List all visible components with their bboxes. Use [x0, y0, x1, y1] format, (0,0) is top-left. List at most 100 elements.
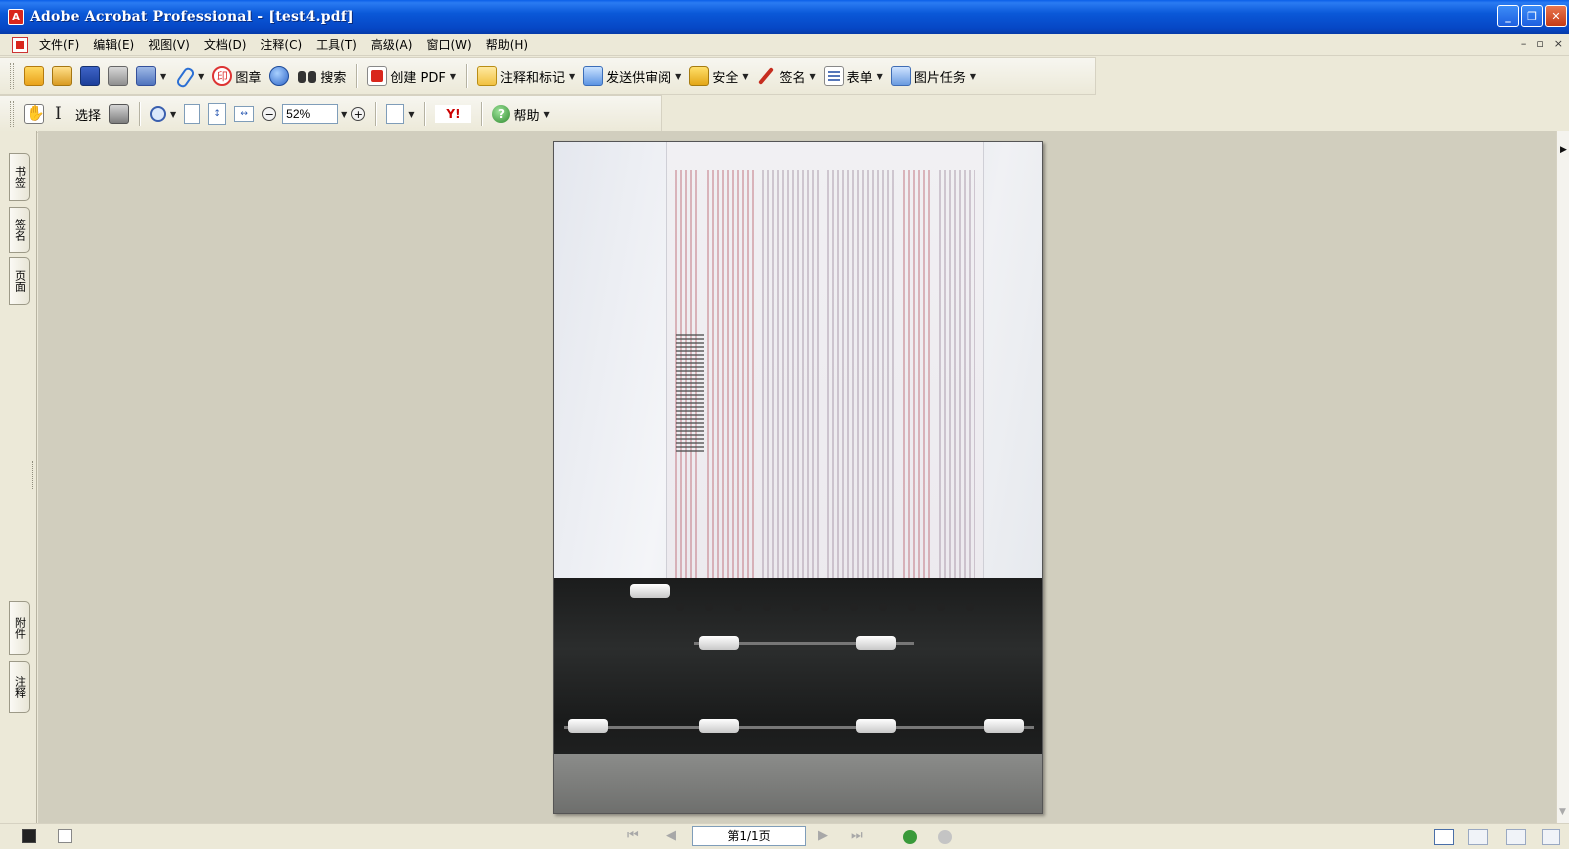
scanned-paper — [666, 142, 984, 624]
page-number-field[interactable]: 第1/1页 — [692, 826, 806, 846]
scroll-arrow-icon[interactable]: ▶ — [1560, 145, 1567, 155]
fit-page-icon: ↕ — [208, 103, 227, 125]
rotate-view-button[interactable]: ▼ — [382, 100, 418, 128]
security-label: 安全 — [712, 70, 739, 86]
menu-file[interactable]: 文件(F) — [32, 36, 86, 53]
picture-tasks-button[interactable]: 图片任务 ▼ — [887, 62, 980, 90]
toolbar-grip[interactable] — [10, 63, 14, 89]
zoom-out-button[interactable]: − — [258, 100, 280, 128]
tab-signatures[interactable]: 签名 — [9, 207, 30, 253]
forms-button[interactable]: 表单 ▼ — [820, 62, 887, 90]
save-button[interactable] — [76, 62, 104, 90]
picture-label: 图片任务 — [913, 70, 966, 86]
page-info-icon[interactable] — [58, 829, 72, 843]
actual-size-button[interactable] — [180, 100, 204, 128]
snapshot-button[interactable] — [105, 100, 133, 128]
select-tool-button[interactable]: 选择 — [48, 100, 105, 128]
organize-menu-button[interactable]: ▼ — [132, 62, 170, 90]
menu-window[interactable]: 窗口(W) — [419, 36, 478, 53]
zoom-input[interactable] — [282, 104, 339, 124]
scan-roller — [699, 636, 739, 650]
scan-roller — [630, 584, 670, 598]
menu-view[interactable]: 视图(V) — [141, 36, 197, 53]
zoom-tool-button[interactable]: ▼ — [146, 100, 180, 128]
security-button[interactable]: 安全 ▼ — [685, 62, 752, 90]
search-button[interactable]: 搜索 — [293, 62, 350, 90]
create-pdf-button[interactable]: 创建 PDF ▼ — [363, 62, 460, 90]
doc-minimize-button[interactable]: – — [1521, 37, 1527, 50]
sign-label: 签名 — [779, 70, 806, 86]
zoom-in-button[interactable]: + — [347, 100, 369, 128]
organizer-button[interactable] — [48, 62, 76, 90]
chevron-down-icon: ▼ — [568, 71, 576, 81]
previous-page-button[interactable]: ◀ — [666, 828, 676, 843]
continuous-layout-button[interactable] — [1468, 829, 1488, 845]
comment-markup-button[interactable]: 注释和标记 ▼ — [473, 62, 579, 90]
paperclip-icon — [174, 66, 194, 86]
send-review-icon — [583, 66, 604, 86]
rotate-page-icon — [386, 104, 405, 124]
menu-edit[interactable]: 编辑(E) — [86, 36, 141, 53]
email-button[interactable] — [265, 62, 293, 90]
doc-restore-button[interactable]: ▫ — [1536, 37, 1543, 50]
menu-advanced[interactable]: 高级(A) — [364, 36, 420, 53]
fit-width-icon: ↔ — [234, 106, 255, 122]
review-label: 发送供审阅 — [606, 70, 672, 86]
scroll-down-icon[interactable]: ▼ — [1559, 807, 1566, 817]
pdf-page[interactable] — [553, 141, 1043, 814]
toolbar-separator — [375, 102, 377, 126]
next-view-button[interactable] — [938, 830, 952, 844]
basic-toolbar: 选择 ▼ ↕ ↔ − ▼ + ▼ Y! ?帮助▼ — [0, 95, 662, 133]
menu-tools[interactable]: 工具(T) — [309, 36, 364, 53]
help-button[interactable]: ? 帮助 ▼ — [488, 100, 553, 128]
doc-close-button[interactable]: × — [1554, 37, 1563, 50]
fit-page-button[interactable]: ↕ — [204, 100, 230, 128]
document-pane[interactable] — [38, 131, 1556, 823]
hand-tool-button[interactable] — [20, 100, 48, 128]
menu-help[interactable]: 帮助(H) — [479, 36, 535, 53]
scan-roller — [856, 636, 896, 650]
tab-attachments[interactable]: 附件 — [9, 601, 30, 655]
print-button[interactable] — [104, 62, 132, 90]
panel-resize-grip[interactable] — [32, 461, 35, 489]
binoculars-icon — [297, 66, 317, 86]
menu-document[interactable]: 文档(D) — [197, 36, 254, 53]
next-page-button[interactable]: ▶ — [818, 828, 828, 843]
forms-label: 表单 — [846, 70, 873, 86]
chevron-down-icon: ▼ — [449, 71, 456, 81]
tab-pages[interactable]: 页面 — [9, 257, 30, 305]
scan-text-block — [903, 170, 933, 580]
previous-view-button[interactable] — [903, 830, 917, 844]
save-disk-icon — [80, 66, 100, 86]
stamp-button[interactable]: 印图章 — [208, 62, 265, 90]
single-page-layout-button[interactable] — [1434, 829, 1454, 845]
last-page-button[interactable]: ⏭ — [851, 828, 863, 843]
text-cursor-icon — [52, 104, 72, 124]
toolbar-separator — [481, 102, 483, 126]
scanned-tray — [554, 754, 1042, 813]
toolbar-grip[interactable] — [10, 101, 14, 127]
restore-button[interactable]: ❐ — [1521, 5, 1543, 27]
first-page-button[interactable]: ⏮ — [627, 828, 639, 843]
help-label: 帮助 — [513, 108, 540, 124]
picture-icon — [890, 66, 911, 86]
sign-button[interactable]: 签名 ▼ — [752, 62, 819, 90]
close-button[interactable]: ✕ — [1545, 5, 1567, 27]
minimize-button[interactable]: _ — [1497, 5, 1519, 27]
attach-button[interactable]: ▼ — [170, 62, 208, 90]
open-button[interactable] — [20, 62, 48, 90]
tab-comments[interactable]: 注释 — [9, 661, 30, 713]
tab-bookmarks[interactable]: 书签 — [9, 153, 30, 201]
vertical-scrollbar[interactable]: ▶ ▼ — [1556, 131, 1569, 823]
yahoo-search-button[interactable]: Y! — [431, 100, 475, 128]
document-icon[interactable] — [12, 36, 28, 53]
page-size-icon[interactable] — [22, 829, 36, 843]
send-review-button[interactable]: 发送供审阅 ▼ — [579, 62, 685, 90]
continuous-facing-layout-button[interactable] — [1542, 829, 1560, 845]
stamp-icon: 印 — [212, 66, 233, 86]
scan-text-block — [827, 170, 897, 580]
fit-width-button[interactable]: ↔ — [230, 100, 258, 128]
yahoo-logo-icon: Y! — [435, 105, 472, 123]
facing-layout-button[interactable] — [1506, 829, 1526, 845]
menu-comments[interactable]: 注释(C) — [253, 36, 309, 53]
